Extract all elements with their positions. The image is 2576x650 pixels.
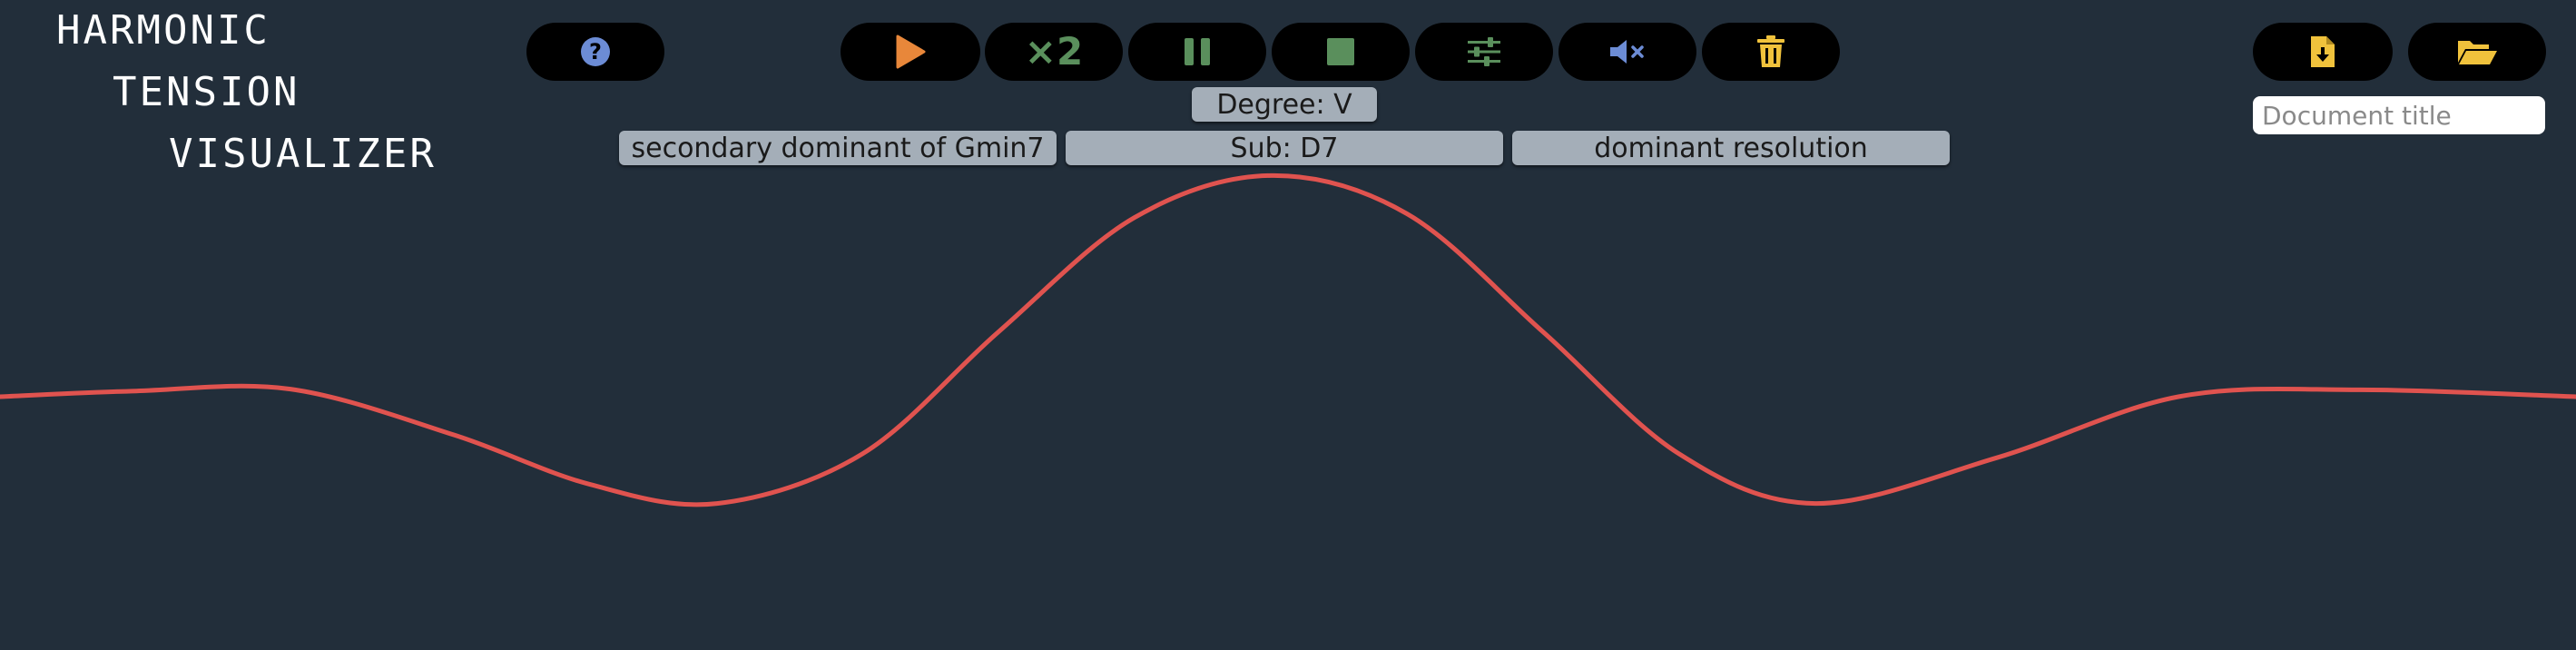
app-root: HARMONIC TENSION VISUALIZER ? ×2 Degree:…: [0, 0, 2576, 650]
tension-curve: [0, 172, 2576, 507]
tension-waveform: [0, 172, 2576, 507]
